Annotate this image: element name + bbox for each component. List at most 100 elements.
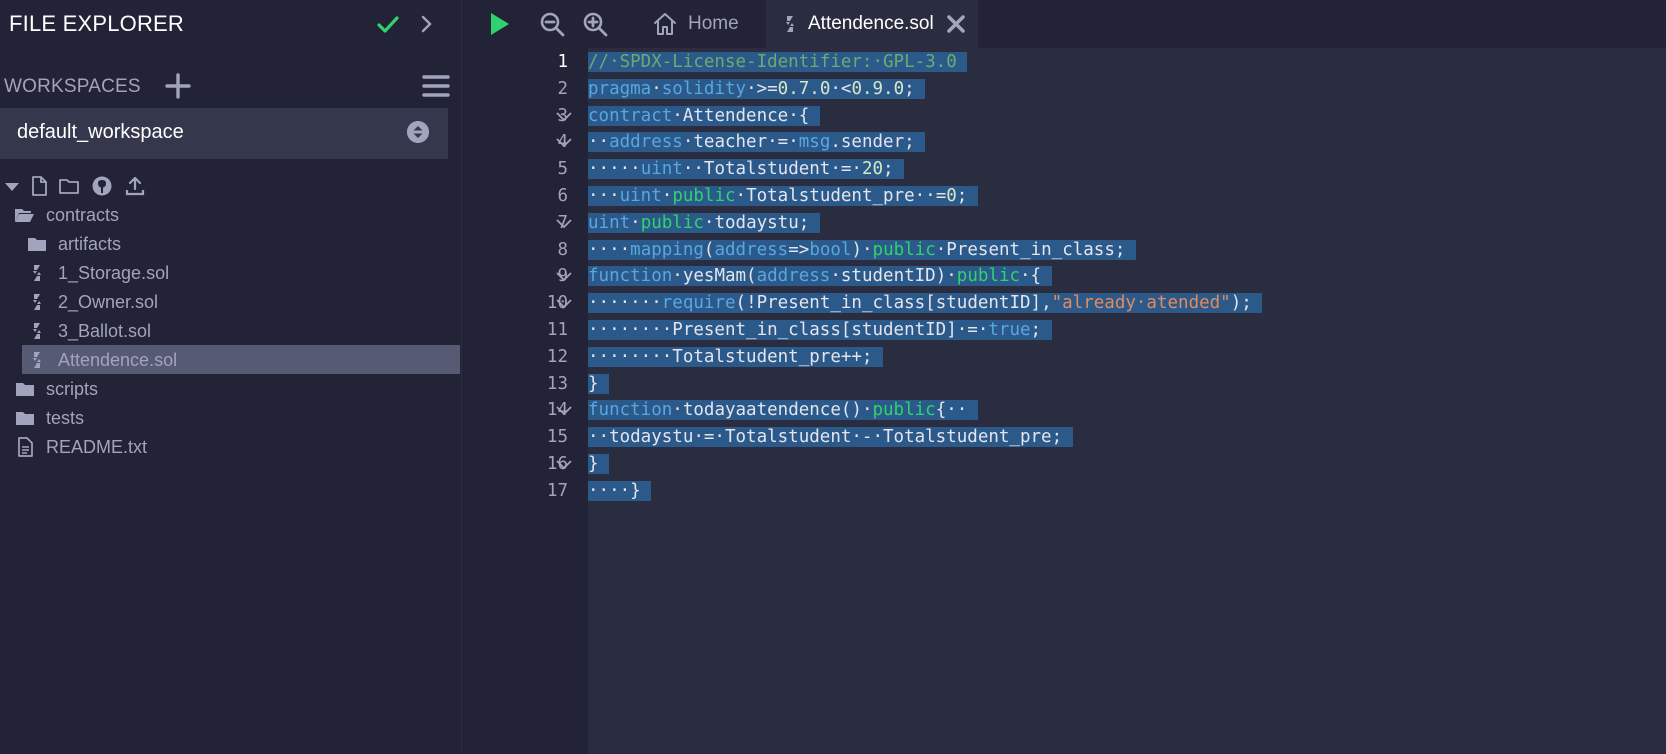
folder-open-icon bbox=[15, 209, 34, 222]
line-number: 15 bbox=[546, 427, 568, 448]
line-number: 5 bbox=[557, 159, 568, 180]
add-workspace-icon[interactable] bbox=[164, 72, 192, 100]
workspaces-row: WORKSPACES bbox=[0, 68, 462, 104]
code-text: ···uint·public·Totalstudent_pre··=0; bbox=[588, 186, 978, 206]
code-line[interactable]: 7 uint·public·todaystu; bbox=[463, 209, 1666, 238]
file-toolbar bbox=[0, 173, 462, 199]
line-number: 11 bbox=[546, 320, 568, 340]
code-text: ········Totalstudent_pre++; bbox=[588, 346, 884, 367]
caret-down-icon[interactable] bbox=[2, 175, 24, 197]
code-text: ··todaystu·=·Totalstudent·-·Totalstudent… bbox=[588, 427, 1073, 448]
code-text: function·yesMam(address·studentID)·publi… bbox=[588, 266, 1052, 287]
tree-item-contracts[interactable]: contracts bbox=[0, 200, 462, 229]
code-text: function·todayaatendence()·public{·· bbox=[588, 400, 978, 421]
solidity-file-icon bbox=[33, 294, 41, 310]
tree-item-label: README.txt bbox=[46, 437, 148, 457]
tree-item-label: 3_Ballot.sol bbox=[58, 321, 152, 341]
hamburger-menu-icon[interactable] bbox=[422, 72, 450, 100]
folder-icon bbox=[16, 383, 34, 396]
tab-attendence-sol[interactable]: Attendence.sol bbox=[766, 0, 978, 48]
code-text: } bbox=[588, 373, 610, 394]
zoom-in-icon[interactable] bbox=[580, 9, 610, 39]
fold-chevron-icon[interactable] bbox=[555, 110, 573, 124]
code-line[interactable]: 5 ·····uint··Totalstudent·=·20; bbox=[463, 155, 1666, 184]
fold-chevron-icon[interactable] bbox=[555, 297, 573, 311]
chevron-right-icon[interactable] bbox=[418, 13, 436, 35]
code-line[interactable]: 14 function·todayaatendence()·public{·· bbox=[463, 396, 1666, 425]
workspace-select-value: default_workspace bbox=[17, 121, 184, 143]
fold-chevron-icon[interactable] bbox=[555, 217, 573, 231]
tab-active-label: Attendence.sol bbox=[808, 13, 934, 34]
code-text: contract·Attendence·{ bbox=[588, 105, 820, 126]
close-icon[interactable] bbox=[945, 13, 967, 35]
code-line[interactable]: 6 ···uint·public·Totalstudent_pre··=0; bbox=[463, 182, 1666, 211]
upload-icon[interactable] bbox=[124, 175, 146, 197]
code-editor[interactable]: 1 //·SPDX-License-Identifier:·GPL-3.0 2 pr… bbox=[463, 48, 1666, 754]
tree-item-label: 1_Storage.sol bbox=[58, 263, 170, 283]
tree-item-label: tests bbox=[46, 408, 85, 428]
home-icon bbox=[654, 13, 676, 35]
run-play-icon[interactable] bbox=[484, 9, 514, 39]
file-explorer-header: FILE EXPLORER bbox=[0, 0, 462, 48]
code-line[interactable]: 3 contract·Attendence·{ bbox=[463, 102, 1666, 131]
tree-item-3-ballot-sol[interactable]: 3_Ballot.sol bbox=[0, 316, 462, 345]
solidity-file-icon bbox=[33, 352, 41, 368]
fold-chevron-icon[interactable] bbox=[555, 136, 573, 150]
solidity-file-icon bbox=[786, 16, 794, 32]
code-line[interactable]: 13} bbox=[463, 370, 1666, 399]
line-number: 13 bbox=[546, 373, 568, 394]
tree-item-2-owner-sol[interactable]: 2_Owner.sol bbox=[0, 287, 462, 316]
editor-tab-bar: Home Attendence.sol bbox=[463, 0, 1666, 48]
code-line[interactable]: 8 ····mapping(address=>bool)·public·Prese… bbox=[463, 236, 1666, 265]
tree-item-label: 2_Owner.sol bbox=[58, 292, 159, 312]
tab-home[interactable]: Home bbox=[638, 0, 766, 48]
fold-chevron-icon[interactable] bbox=[555, 458, 573, 472]
code-text: pragma·solidity·>=0.7.0·<0.9.0; bbox=[588, 78, 926, 99]
check-icon[interactable] bbox=[376, 12, 400, 36]
tree-item-1-storage-sol[interactable]: 1_Storage.sol bbox=[0, 258, 462, 287]
folder-icon bbox=[16, 412, 34, 425]
code-text: } bbox=[588, 454, 610, 474]
tab-home-label: Home bbox=[688, 13, 739, 34]
tree-item-scripts[interactable]: scripts bbox=[0, 374, 462, 403]
tree-item-tests[interactable]: tests bbox=[0, 403, 462, 432]
text-file-icon bbox=[18, 437, 33, 457]
code-line[interactable]: 15 ··todaystu·=·Totalstudent·-·Totalstude… bbox=[463, 423, 1666, 452]
solidity-file-icon bbox=[33, 323, 41, 339]
code-line[interactable]: 17 ····} bbox=[463, 477, 1666, 506]
code-text: uint·public·todaystu; bbox=[588, 212, 820, 233]
zoom-out-icon[interactable] bbox=[537, 9, 567, 39]
code-line[interactable]: 10 ·······require(!Present_in_class[stude… bbox=[463, 289, 1666, 318]
line-number: 17 bbox=[546, 480, 568, 501]
new-file-icon[interactable] bbox=[28, 175, 50, 197]
fold-chevron-icon[interactable] bbox=[555, 270, 573, 284]
tree-item-label: contracts bbox=[46, 205, 120, 225]
code-text: ····mapping(address=>bool)·public·Presen… bbox=[588, 239, 1136, 260]
new-folder-icon[interactable] bbox=[58, 175, 80, 197]
code-line[interactable]: 2 pragma·solidity·>=0.7.0·<0.9.0; bbox=[463, 75, 1666, 104]
code-line[interactable]: 1 //·SPDX-License-Identifier:·GPL-3.0 bbox=[463, 48, 1666, 77]
code-line[interactable]: 4 ··address·teacher·=·msg.sender; bbox=[463, 128, 1666, 157]
code-line[interactable]: 11 ········Present_in_class[studentID]·=·… bbox=[463, 316, 1666, 345]
line-number: 1 bbox=[557, 52, 568, 72]
tree-item-readme-txt[interactable]: README.txt bbox=[0, 432, 462, 461]
tree-item-label: Attendence.sol bbox=[58, 350, 178, 370]
line-number: 6 bbox=[557, 186, 568, 206]
github-icon[interactable] bbox=[91, 175, 113, 197]
tree-item-attendence-sol[interactable]: Attendence.sol bbox=[0, 345, 462, 374]
code-text: ·····uint··Totalstudent·=·20; bbox=[588, 159, 905, 180]
code-line[interactable]: 12 ········Totalstudent_pre++; bbox=[463, 343, 1666, 372]
sort-arrows-icon bbox=[407, 121, 429, 143]
code-line[interactable]: 9 function·yesMam(address·studentID)·publ… bbox=[463, 262, 1666, 291]
code-text: ········Present_in_class[studentID]·=·tr… bbox=[588, 320, 1052, 340]
file-explorer-panel: FILE EXPLORER WORKSPACES default_workspa… bbox=[0, 0, 462, 754]
code-text: ·······require(!Present_in_class[student… bbox=[588, 293, 1263, 314]
code-text: ··address·teacher·=·msg.sender; bbox=[588, 132, 926, 153]
line-number: 12 bbox=[546, 346, 568, 367]
fold-chevron-icon[interactable] bbox=[555, 404, 573, 418]
solidity-file-icon bbox=[33, 265, 41, 281]
code-line[interactable]: 16} bbox=[463, 450, 1666, 479]
line-number: 2 bbox=[557, 78, 568, 99]
workspace-select[interactable]: default_workspace bbox=[0, 108, 448, 159]
tree-item-artifacts[interactable]: artifacts bbox=[0, 229, 462, 258]
